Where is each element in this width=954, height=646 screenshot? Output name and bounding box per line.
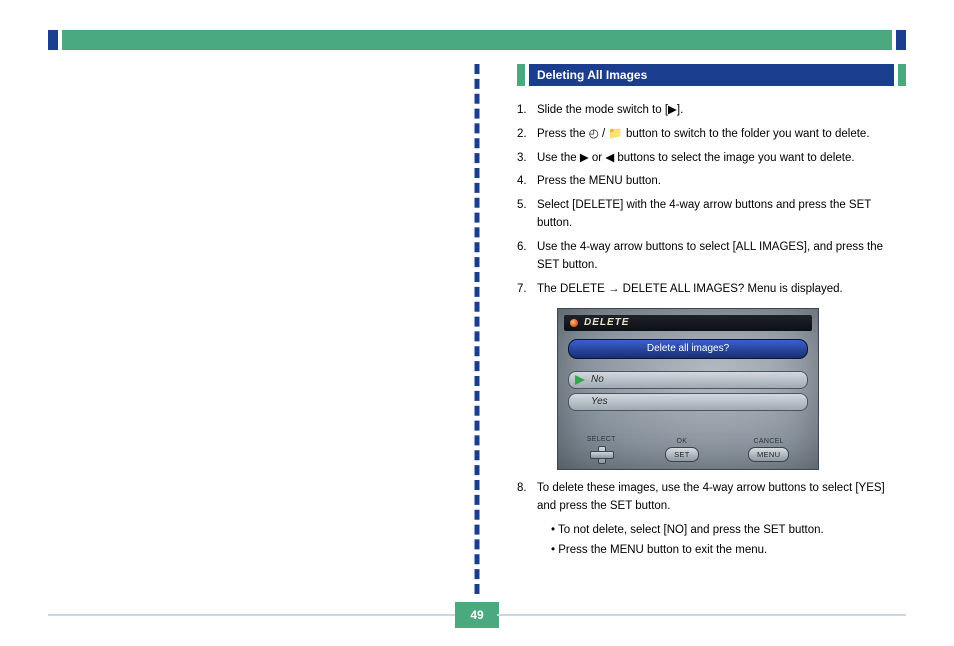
dialog-title: DELETE bbox=[564, 315, 812, 331]
step: 4.Press the MENU button. bbox=[517, 173, 906, 191]
footer-select-label: SELECT bbox=[587, 436, 616, 443]
instruction-steps: 1.Slide the mode switch to [▶]. 2.Press t… bbox=[517, 102, 906, 298]
dialog-option-no: No bbox=[568, 371, 808, 389]
step: 6.Use the 4-way arrow buttons to select … bbox=[517, 239, 906, 275]
footer-set-button: SET bbox=[665, 447, 699, 462]
step: 3.Use the ▶ or ◀ buttons to select the i… bbox=[517, 150, 906, 168]
step: 1.Slide the mode switch to [▶]. bbox=[517, 102, 906, 120]
step: 2.Press the ◴ / 📁 button to switch to th… bbox=[517, 126, 906, 144]
page-footer: 49 bbox=[48, 614, 906, 616]
top-decor-bar bbox=[48, 30, 906, 50]
footer-ok-label: OK bbox=[677, 438, 688, 445]
footer-menu-button: MENU bbox=[748, 447, 789, 462]
step: 8.To delete these images, use the 4-way … bbox=[517, 480, 906, 561]
left-column bbox=[48, 64, 477, 604]
footer-cancel-label: CANCEL bbox=[754, 438, 784, 445]
step: 5.Select [DELETE] with the 4-way arrow b… bbox=[517, 197, 906, 233]
column-divider bbox=[475, 64, 480, 594]
dialog-question: Delete all images? bbox=[568, 339, 808, 359]
right-column: Deleting All Images 1.Slide the mode swi… bbox=[477, 64, 906, 604]
section-header: Deleting All Images bbox=[517, 64, 906, 86]
step: 7.The DELETE → DELETE ALL IMAGES? Menu i… bbox=[517, 281, 906, 299]
page-number: 49 bbox=[455, 602, 499, 628]
instruction-steps-after: 8.To delete these images, use the 4-way … bbox=[517, 480, 906, 561]
dpad-icon bbox=[589, 445, 613, 463]
section-title: Deleting All Images bbox=[529, 64, 894, 86]
dialog-option-yes: Yes bbox=[568, 393, 808, 411]
camera-dialog-illustration: DELETE Delete all images? No Yes SELECT … bbox=[557, 308, 906, 470]
